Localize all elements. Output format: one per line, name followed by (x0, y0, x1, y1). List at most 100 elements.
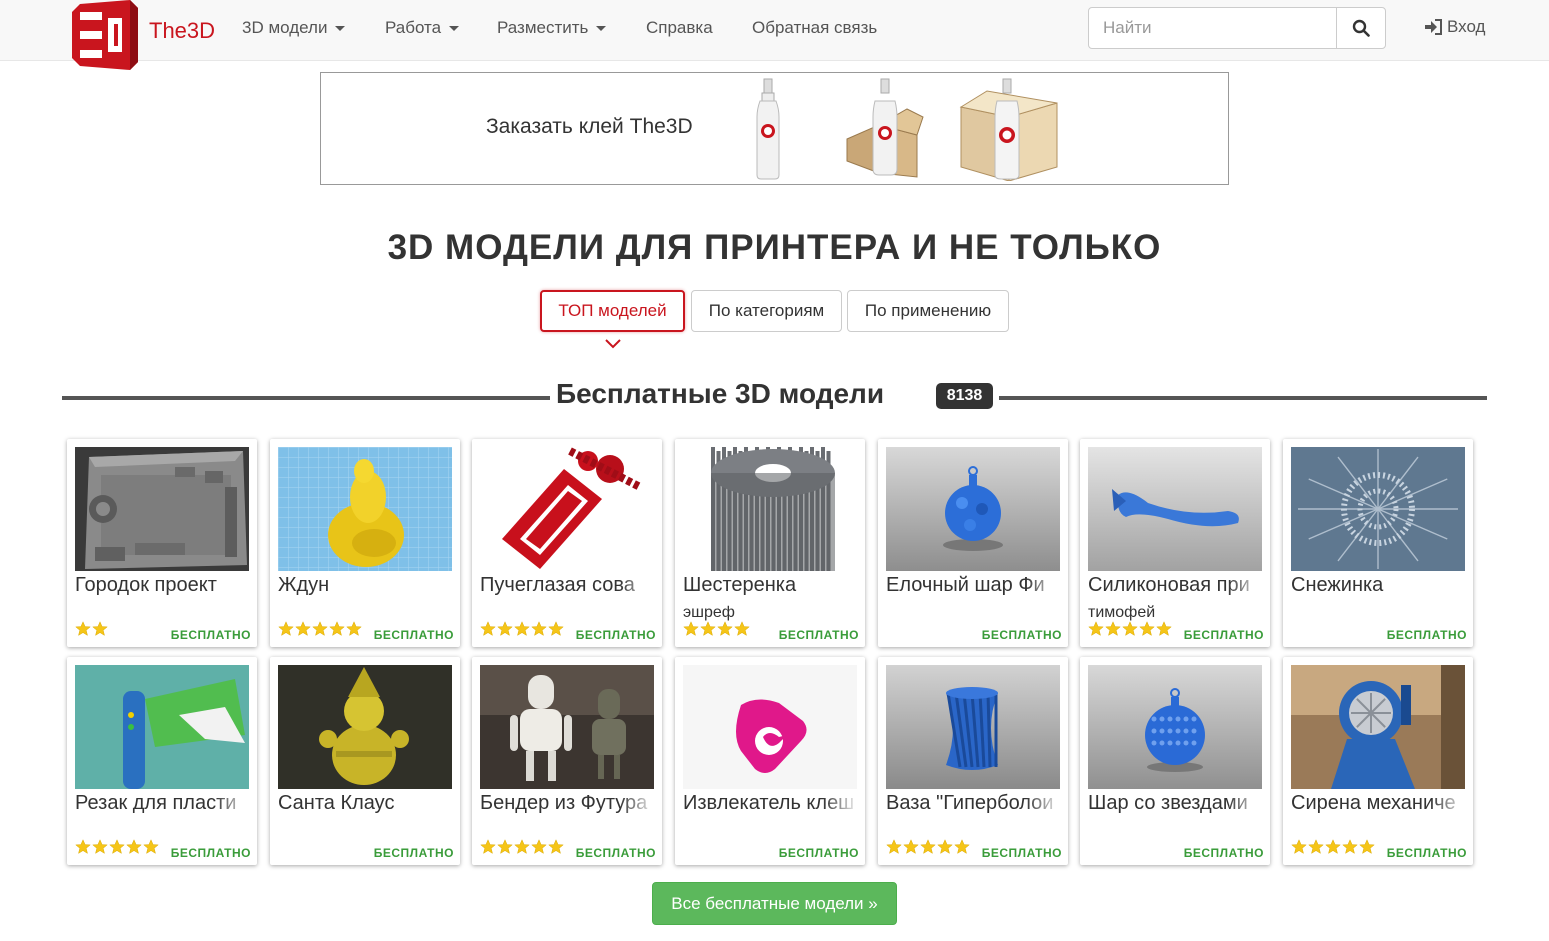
model-thumbnail[interactable] (278, 665, 452, 789)
rating-stars (75, 621, 109, 639)
price-label: БЕСПЛАТНО (1183, 846, 1264, 860)
model-thumbnail[interactable] (886, 447, 1060, 571)
star-icon (480, 621, 496, 636)
star-icon (92, 839, 108, 854)
login-link[interactable]: Вход (1424, 17, 1485, 37)
model-card[interactable]: Шестеренка эшреф БЕСПЛАТНО (675, 439, 865, 647)
star-icon (75, 621, 91, 636)
model-title[interactable]: Резак для пласти (75, 792, 251, 815)
all-free-models-button[interactable]: Все бесплатные модели » (652, 882, 897, 925)
star-icon (295, 621, 311, 636)
search-input[interactable] (1088, 7, 1337, 49)
model-card[interactable]: Санта Клаус БЕСПЛАТНО (270, 657, 460, 865)
model-title[interactable]: Снежинка (1291, 574, 1467, 597)
sign-in-icon (1425, 19, 1442, 35)
search-button[interactable] (1336, 7, 1386, 49)
banner-text: Заказать клей The3D (486, 115, 693, 138)
model-thumbnail[interactable] (1088, 447, 1262, 571)
tab-by-usage[interactable]: По применению (847, 290, 1009, 332)
model-thumbnail[interactable] (75, 665, 249, 789)
model-thumbnail[interactable] (886, 665, 1060, 789)
star-icon (329, 621, 345, 636)
model-thumbnail[interactable] (1291, 447, 1465, 571)
nav-post[interactable]: Разместить (497, 18, 607, 38)
model-card[interactable]: Ждун БЕСПЛАТНО (270, 439, 460, 647)
login-label: Вход (1447, 17, 1486, 36)
model-title[interactable]: Силиконовая при (1088, 574, 1264, 597)
star-icon (109, 839, 125, 854)
model-thumbnail[interactable] (1291, 665, 1465, 789)
star-icon (717, 621, 733, 636)
model-thumbnail[interactable] (683, 447, 857, 571)
model-thumbnail[interactable] (683, 665, 857, 789)
model-thumbnail[interactable] (480, 447, 654, 571)
nav-3d-models[interactable]: 3D модели (242, 18, 346, 38)
model-title[interactable]: Шестеренка (683, 574, 859, 597)
price-label: БЕСПЛАТНО (373, 846, 454, 860)
model-card[interactable]: Елочный шар Фи БЕСПЛАТНО (878, 439, 1068, 647)
model-title[interactable]: Бендер из Футура (480, 792, 656, 815)
model-title[interactable]: Елочный шар Фи (886, 574, 1062, 597)
model-title[interactable]: Городок проект (75, 574, 251, 597)
nav-feedback[interactable]: Обратная связь (752, 18, 877, 38)
star-icon (346, 621, 362, 636)
star-icon (1139, 621, 1155, 636)
price-label: БЕСПЛАТНО (575, 628, 656, 642)
tab-top-models[interactable]: ТОП моделей (540, 290, 685, 332)
star-icon (1359, 839, 1375, 854)
model-title[interactable]: Санта Клаус (278, 792, 454, 815)
model-title[interactable]: Извлекатель клеш (683, 792, 859, 815)
price-label: БЕСПЛАТНО (1386, 628, 1467, 642)
nav-work[interactable]: Работа (385, 18, 460, 38)
price-label: БЕСПЛАТНО (778, 628, 859, 642)
chevron-down-icon (596, 26, 607, 32)
model-title[interactable]: Пучеглазая сова (480, 574, 656, 597)
model-card[interactable]: Резак для пласти БЕСПЛАТНО (67, 657, 257, 865)
glue-promo-banner[interactable]: Заказать клей The3D (320, 72, 1229, 185)
star-icon (497, 839, 513, 854)
model-card[interactable]: Сирена механиче БЕСПЛАТНО (1283, 657, 1473, 865)
chevron-down-icon (449, 26, 460, 32)
rating-stars (1088, 621, 1173, 639)
star-icon (1105, 621, 1121, 636)
model-thumbnail[interactable] (75, 447, 249, 571)
model-title[interactable]: Шар со звездами (1088, 792, 1264, 815)
model-card[interactable]: Пучеглазая сова БЕСПЛАТНО (472, 439, 662, 647)
model-card[interactable]: Снежинка БЕСПЛАТНО (1283, 439, 1473, 647)
model-thumbnail[interactable] (480, 665, 654, 789)
model-card[interactable]: Городок проект БЕСПЛАТНО (67, 439, 257, 647)
model-card[interactable]: Извлекатель клеш БЕСПЛАТНО (675, 657, 865, 865)
model-card[interactable]: Ваза "Гиперболои БЕСПЛАТНО (878, 657, 1068, 865)
search-form (1088, 7, 1386, 49)
model-title[interactable]: Сирена механиче (1291, 792, 1467, 815)
rating-stars (683, 621, 751, 639)
the3d-logo[interactable] (72, 0, 138, 70)
star-icon (954, 839, 970, 854)
model-author[interactable]: тимофей (1088, 604, 1155, 622)
star-icon (143, 839, 159, 854)
section-divider-left (62, 396, 550, 400)
model-card[interactable]: Силиконовая при тимофей БЕСПЛАТНО (1080, 439, 1270, 647)
nav-post-label: Разместить (497, 18, 589, 37)
star-icon (700, 621, 716, 636)
brand-name[interactable]: The3D (149, 18, 215, 44)
rating-stars (75, 839, 160, 857)
star-icon (514, 839, 530, 854)
model-card[interactable]: Шар со звездами БЕСПЛАТНО (1080, 657, 1270, 865)
star-icon (1342, 839, 1358, 854)
star-icon (1156, 621, 1172, 636)
star-icon (886, 839, 902, 854)
price-label: БЕСПЛАТНО (778, 846, 859, 860)
tab-by-category[interactable]: По категориям (691, 290, 842, 332)
glue-box-open-image (846, 78, 924, 178)
model-title[interactable]: Ваза "Гиперболои (886, 792, 1062, 815)
nav-help[interactable]: Справка (646, 18, 713, 38)
glue-box-closed-image (959, 78, 1058, 181)
search-icon (1352, 19, 1370, 37)
model-thumbnail[interactable] (1088, 665, 1262, 789)
model-thumbnail[interactable] (278, 447, 452, 571)
model-author[interactable]: эшреф (683, 604, 735, 622)
model-title[interactable]: Ждун (278, 574, 454, 597)
star-icon (75, 839, 91, 854)
model-card[interactable]: Бендер из Футура БЕСПЛАТНО (472, 657, 662, 865)
